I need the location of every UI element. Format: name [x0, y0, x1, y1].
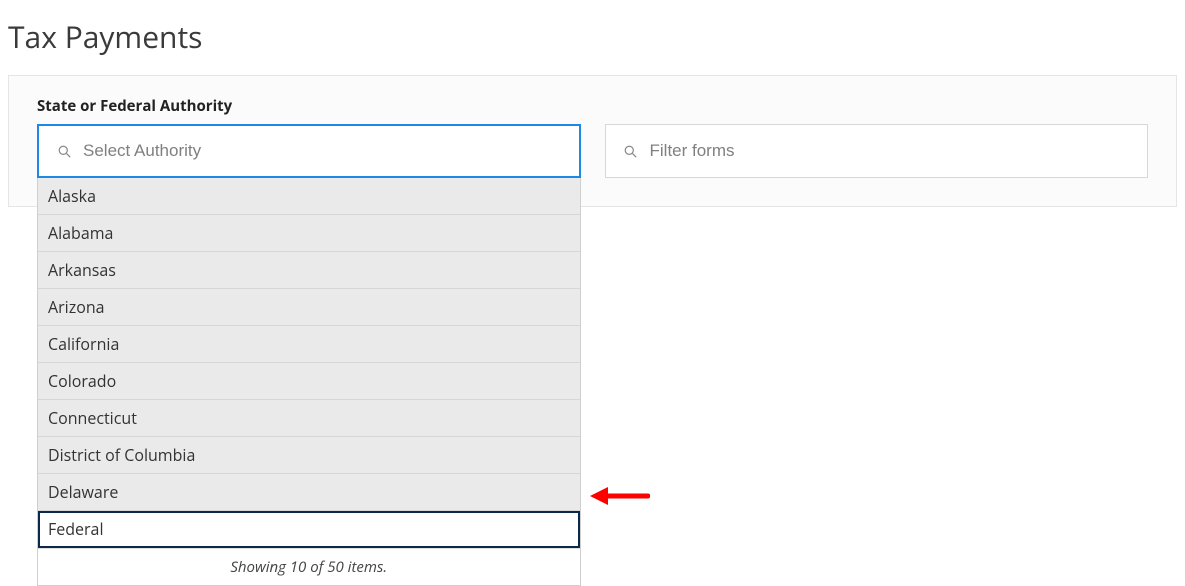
authority-option[interactable]: Delaware — [38, 474, 580, 511]
filter-forms-box[interactable] — [605, 124, 1149, 178]
authority-option[interactable]: Colorado — [38, 363, 580, 400]
authority-option[interactable]: Alaska — [38, 178, 580, 215]
filter-forms-input[interactable] — [650, 141, 1130, 161]
authority-search-box[interactable] — [37, 124, 581, 178]
authority-dropdown: AlaskaAlabamaArkansasArizonaCaliforniaCo… — [37, 178, 581, 586]
authority-option[interactable]: Arizona — [38, 289, 580, 326]
page-title: Tax Payments — [0, 0, 1185, 75]
authority-column: AlaskaAlabamaArkansasArizonaCaliforniaCo… — [37, 124, 581, 178]
forms-column — [605, 124, 1149, 178]
arrow-annotation — [590, 481, 650, 511]
search-icon — [624, 144, 638, 158]
filter-panel: State or Federal Authority AlaskaAlabama… — [8, 75, 1177, 207]
authority-input[interactable] — [83, 141, 561, 161]
authority-option[interactable]: Arkansas — [38, 252, 580, 289]
authority-option[interactable]: District of Columbia — [38, 437, 580, 474]
authority-option[interactable]: Connecticut — [38, 400, 580, 437]
authority-option[interactable]: California — [38, 326, 580, 363]
authority-label: State or Federal Authority — [37, 96, 1148, 116]
authority-option[interactable]: Alabama — [38, 215, 580, 252]
dropdown-footer: Showing 10 of 50 items. — [38, 548, 580, 585]
authority-option[interactable]: Federal — [38, 511, 580, 548]
search-icon — [57, 144, 71, 158]
